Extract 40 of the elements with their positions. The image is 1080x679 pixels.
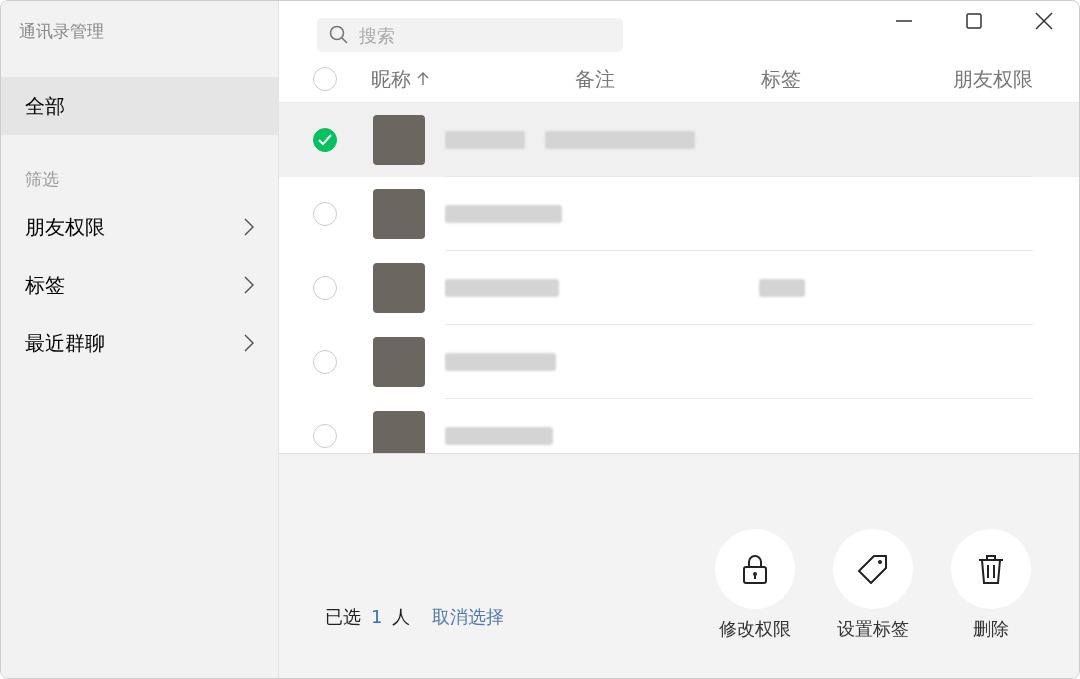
column-header[interactable]: 备注 bbox=[575, 63, 761, 94]
filter-item[interactable]: 标签 bbox=[1, 256, 278, 314]
tag-icon bbox=[857, 553, 889, 585]
column-header[interactable]: 昵称 bbox=[371, 63, 575, 94]
avatar-placeholder bbox=[373, 411, 425, 453]
select-all-checkbox[interactable] bbox=[313, 66, 337, 91]
chevron-right-icon bbox=[244, 276, 254, 294]
contact-row[interactable] bbox=[279, 103, 1079, 177]
minimize-icon bbox=[895, 20, 913, 22]
filter-label: 最近群聊 bbox=[25, 330, 105, 357]
row-checkbox[interactable] bbox=[313, 128, 337, 152]
row-checkbox[interactable] bbox=[313, 276, 337, 300]
filter-label: 标签 bbox=[25, 272, 65, 299]
avatar-placeholder bbox=[373, 115, 425, 165]
avatar-placeholder bbox=[373, 263, 425, 313]
trash-icon bbox=[977, 553, 1005, 585]
filter-item[interactable]: 最近群聊 bbox=[1, 314, 278, 372]
close-icon bbox=[1035, 12, 1053, 30]
selection-count-label: 已选 bbox=[325, 605, 361, 629]
filter-item[interactable]: 朋友权限 bbox=[1, 198, 278, 256]
chevron-right-icon bbox=[244, 334, 254, 352]
column-header[interactable]: 朋友权限 bbox=[953, 63, 1033, 94]
section-heading: 筛选 bbox=[24, 167, 60, 191]
avatar-placeholder bbox=[373, 337, 425, 387]
avatar-placeholder bbox=[373, 189, 425, 239]
sidebar-item[interactable]: 全部 bbox=[1, 76, 278, 135]
selection-count: 1 bbox=[371, 605, 383, 629]
chevron-right-icon bbox=[244, 218, 254, 236]
selection-count-label: 人 bbox=[392, 605, 411, 629]
maximize-icon bbox=[965, 12, 983, 30]
window-title: 通讯录管理 bbox=[18, 20, 105, 43]
row-checkbox[interactable] bbox=[313, 424, 337, 448]
column-header[interactable]: 标签 bbox=[761, 63, 947, 94]
filter-label: 朋友权限 bbox=[25, 214, 105, 241]
checkmark-icon bbox=[318, 134, 332, 146]
row-checkbox[interactable] bbox=[313, 202, 337, 226]
lock-icon bbox=[741, 553, 769, 585]
clear-selection-link[interactable]: 取消选择 bbox=[432, 603, 505, 630]
search-field[interactable]: 搜索 bbox=[317, 18, 623, 52]
row-checkbox[interactable] bbox=[313, 350, 337, 374]
